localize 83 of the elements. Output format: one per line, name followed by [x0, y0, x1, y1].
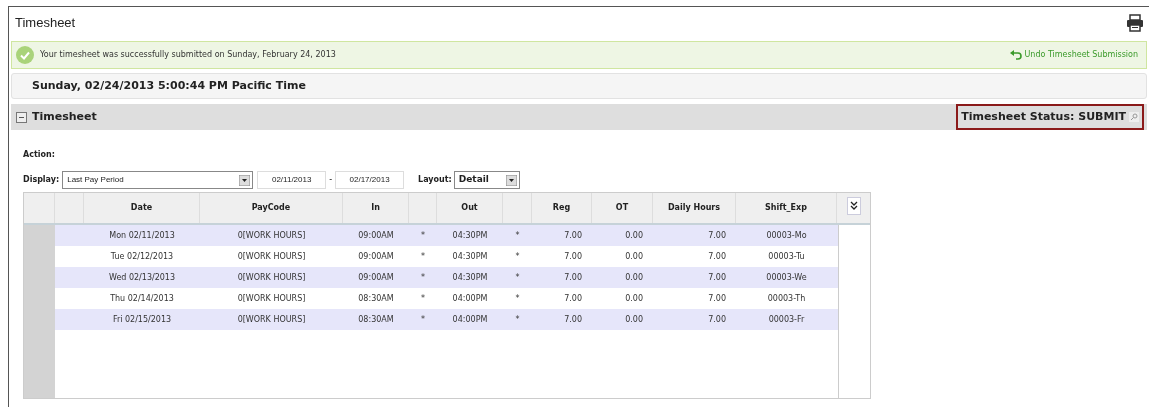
section-title: Timesheet	[32, 108, 97, 125]
table-cell: 0.00	[625, 229, 643, 242]
table-cell: 04:30PM	[452, 229, 488, 242]
table-cell: 08:30AM	[358, 313, 394, 326]
column-header[interactable]: Out	[461, 202, 478, 214]
column-header[interactable]: Reg	[552, 202, 571, 214]
timesheet-status: Timesheet Status: SUBMIT	[961, 108, 1126, 125]
table-cell: 09:00AM	[358, 250, 394, 263]
search-icon[interactable]	[1129, 112, 1139, 122]
action-label: Action:	[23, 149, 56, 161]
table-cell: 04:00PM	[452, 313, 488, 326]
column-header[interactable]: PayCode	[251, 202, 291, 214]
table-cell: 0.00	[625, 313, 643, 326]
table-cell: *	[515, 250, 520, 263]
table-cell: 7.00	[708, 250, 726, 263]
table-cell: 08:30AM	[358, 292, 394, 305]
table-cell: *	[421, 271, 425, 284]
display-dropdown[interactable]: Last Pay Period	[62, 171, 254, 189]
expand-columns-icon[interactable]	[846, 197, 861, 215]
table-cell: 7.00	[564, 292, 582, 305]
current-datetime: Sunday, 02/24/2013 5:00:44 PM Pacific Time	[32, 77, 306, 94]
layout-label: Layout:	[418, 174, 452, 186]
date-separator: -	[329, 174, 333, 186]
table-cell: 7.00	[708, 292, 726, 305]
table-cell: 0.00	[625, 292, 643, 305]
table-cell: *	[421, 229, 425, 242]
display-label: Display:	[23, 174, 60, 186]
table-cell: 0[WORK HOURS]	[237, 313, 306, 326]
table-cell: 7.00	[564, 271, 582, 284]
collapse-toggle[interactable]	[16, 111, 27, 123]
column-header[interactable]: Daily Hours	[667, 202, 721, 214]
table-cell: 7.00	[564, 313, 582, 326]
table-cell: 0[WORK HOURS]	[237, 229, 306, 242]
table-row[interactable]: Wed 02/13/2013 0[WORK HOURS] 09:00AM * 04:30PM * 7.00 0.00 7.00 00003-We	[24, 267, 838, 288]
table-cell: *	[421, 313, 425, 326]
table-cell: 7.00	[564, 229, 582, 242]
table-cell: *	[515, 313, 520, 326]
dropdown-arrow-icon	[239, 174, 251, 186]
table-cell: Tue 02/12/2013	[110, 250, 174, 263]
column-header[interactable]: Shift_Exp	[765, 202, 807, 214]
print-icon[interactable]	[1125, 13, 1145, 33]
table-cell: Thu 02/14/2013	[110, 292, 174, 305]
table-cell: 04:00PM	[452, 292, 488, 305]
table-cell: 00003-Tu	[768, 250, 805, 263]
table-cell: 0[WORK HOURS]	[237, 271, 306, 284]
table-cell: 00003-Fr	[768, 313, 805, 326]
table-cell: 7.00	[708, 271, 726, 284]
page-title: Timesheet	[15, 14, 76, 33]
column-header[interactable]: OT	[615, 202, 629, 214]
end-date-field[interactable]: 02/17/2013	[335, 171, 405, 189]
success-message: Your timesheet was successfully submitted on Sunday, February 24, 2013	[40, 49, 336, 61]
start-date-field[interactable]: 02/11/2013	[257, 171, 327, 189]
table-row[interactable]: Mon 02/11/2013 0[WORK HOURS] 09:00AM * 04:30PM * 7.00 0.00 7.00 00003-Mo	[24, 225, 838, 246]
table-cell: *	[515, 271, 520, 284]
table-cell: 7.00	[708, 229, 726, 242]
table-cell: Fri 02/15/2013	[112, 313, 172, 326]
table-cell: 04:30PM	[452, 250, 488, 263]
table-cell: 00003-Th	[767, 292, 806, 305]
table-cell: 04:30PM	[452, 271, 488, 284]
table-cell: 00003-We	[766, 271, 807, 284]
table-cell: *	[421, 250, 425, 263]
undo-arrow-icon	[1010, 50, 1023, 60]
table-cell: 0[WORK HOURS]	[237, 250, 306, 263]
row-header[interactable]	[24, 225, 55, 246]
dropdown-arrow-icon	[505, 174, 517, 186]
check-icon	[16, 46, 34, 64]
table-cell: 0[WORK HOURS]	[237, 292, 306, 305]
table-cell: 7.00	[708, 313, 726, 326]
table-cell: *	[421, 292, 425, 305]
table-cell: 0.00	[625, 271, 643, 284]
table-cell: 7.00	[564, 250, 582, 263]
table-cell: *	[515, 229, 520, 242]
column-header[interactable]: Date	[130, 202, 153, 214]
column-header[interactable]: In	[371, 202, 380, 214]
table-cell: 0.00	[625, 250, 643, 263]
table-cell: Mon 02/11/2013	[109, 229, 175, 242]
table-cell: 09:00AM	[358, 271, 394, 284]
table-cell: Wed 02/13/2013	[108, 271, 176, 284]
table-cell: 09:00AM	[358, 229, 394, 242]
table-cell: 00003-Mo	[766, 229, 807, 242]
layout-dropdown[interactable]: Detail	[453, 171, 520, 189]
table-cell: *	[515, 292, 520, 305]
table-row[interactable]: Fri 02/15/2013 0[WORK HOURS] 08:30AM * 04:00PM * 7.00 0.00 7.00 00003-Fr	[24, 309, 838, 330]
